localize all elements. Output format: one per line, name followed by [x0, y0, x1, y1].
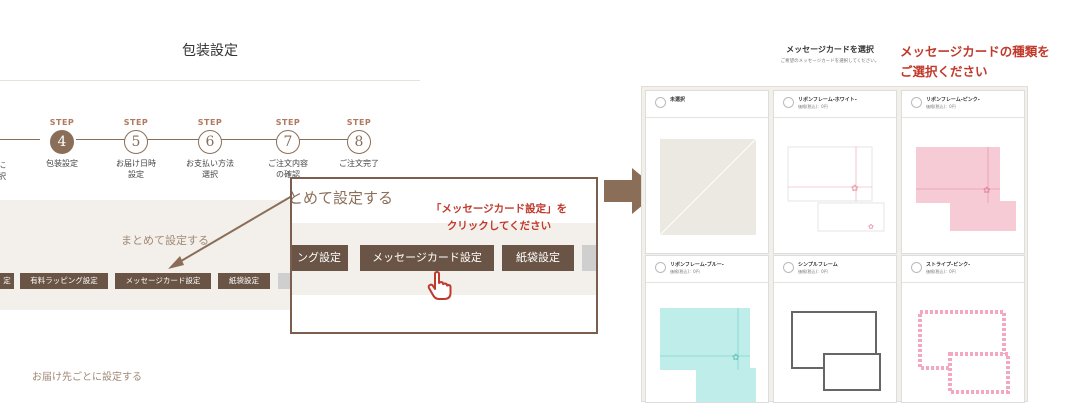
extra-button[interactable]	[582, 245, 596, 271]
card-name: ストライプ-ピンク-	[926, 262, 971, 268]
ribbon-pink-card-image: ✿	[916, 147, 1016, 231]
radio-button[interactable]	[911, 97, 922, 108]
ribbon-blue-card-image: ✿	[660, 308, 756, 402]
pointer-arrow	[168, 195, 293, 269]
card-price: 価格(税込)：0円	[670, 269, 700, 274]
card-name: リボンフレーム-ピンク-	[926, 97, 980, 103]
svg-text:✿: ✿	[851, 184, 859, 194]
card-option-ribbon-pink[interactable]: リボンフレーム-ピンク- 価格(税込)：0円 ✿	[901, 90, 1025, 254]
extra-button[interactable]	[278, 273, 290, 289]
radio-button[interactable]	[655, 97, 666, 108]
click-instruction: 「メッセージカード設定」を クリックしてください	[430, 203, 568, 232]
modal-title: メッセージカードを選択	[786, 45, 874, 54]
radio-button[interactable]	[655, 262, 666, 273]
blank-card-image	[659, 139, 757, 235]
step-8: STEP 8 ご注文完了	[339, 118, 379, 168]
step-5: STEP 5 お届け日時 設定	[116, 118, 156, 179]
step-6: STEP 6 お支払い方法 選択	[186, 118, 234, 179]
select-instruction: メッセージカードの種類を ご選択ください	[900, 44, 1050, 79]
radio-button[interactable]	[911, 262, 922, 273]
simple-frame-card-image	[791, 311, 881, 391]
per-delivery-title: お届け先ごとに設定する	[32, 372, 142, 383]
paper-bag-button[interactable]: 紙袋設定	[218, 273, 270, 289]
card-name: 未選択	[670, 97, 686, 103]
hand-pointer-icon	[427, 271, 452, 300]
wrapping-button-cut[interactable]: ング設定	[292, 245, 348, 271]
card-option-none[interactable]: 未選択	[645, 90, 769, 254]
radio-button[interactable]	[783, 262, 794, 273]
card-option-ribbon-blue[interactable]: リボンフレーム-ブルー- 価格(税込)：0円 ✿	[645, 255, 769, 403]
card-price: 価格(税込)：0円	[926, 104, 956, 109]
paper-bag-button[interactable]: 紙袋設定	[502, 245, 574, 271]
card-name: リボンフレーム-ホワイト-	[798, 97, 857, 103]
paid-wrapping-button[interactable]: 有料ラッピング設定	[20, 273, 108, 289]
modal-subtitle: ご希望のメッセージカードを選択してください。	[780, 59, 880, 64]
wrapping-button-cut[interactable]: 定	[0, 273, 14, 289]
card-price: 価格(税込)：0円	[798, 104, 828, 109]
ribbon-white-card-image: ✿ ✿	[787, 146, 885, 232]
stripe-pink-card-image	[918, 310, 1010, 394]
card-option-simple-frame[interactable]: シンプルフレーム 価格(税込)：0円	[773, 255, 897, 403]
card-option-stripe-pink[interactable]: ストライプ-ピンク- 価格(税込)：0円	[901, 255, 1025, 403]
card-option-ribbon-white[interactable]: リボンフレーム-ホワイト- 価格(税込)：0円 ✿ ✿	[773, 90, 897, 254]
radio-button[interactable]	[783, 97, 794, 108]
step-4: STEP 4 包装設定	[46, 118, 78, 168]
zoom-callout-box: とめて設定する 「メッセージカード設定」を クリックしてください ング設定 メッ…	[290, 177, 598, 334]
card-name: リボンフレーム-ブルー-	[670, 262, 724, 268]
message-card-button[interactable]: メッセージカード設定	[360, 245, 494, 271]
svg-text:✿: ✿	[983, 186, 991, 196]
page-title: 包装設定	[182, 43, 238, 59]
message-card-button[interactable]: メッセージカード設定	[115, 273, 211, 289]
card-name: シンプルフレーム	[798, 262, 838, 268]
step-7: STEP 7 ご注文内容 の確認	[268, 118, 308, 179]
card-price: 価格(税込)：0円	[926, 269, 956, 274]
card-selection-panel: 未選択 リボンフレーム-ホワイト- 価格(税込)：0円 ✿ ✿ リボンフレーム-…	[641, 86, 1028, 403]
card-price: 価格(税込)：0円	[798, 269, 828, 274]
svg-text:✿: ✿	[868, 223, 874, 231]
step-3-partial-label: に 択	[0, 161, 6, 181]
zoom-title: とめて設定する	[290, 189, 394, 207]
svg-text:✿: ✿	[732, 353, 740, 363]
divider	[0, 80, 420, 81]
